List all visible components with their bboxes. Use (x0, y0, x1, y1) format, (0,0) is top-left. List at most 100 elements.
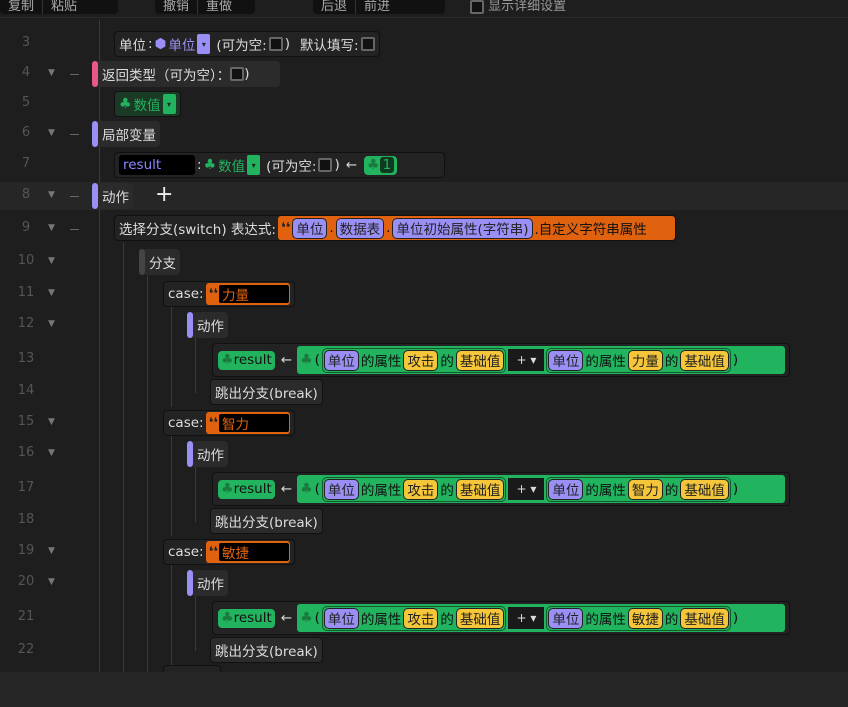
copy-button[interactable]: 复制 (0, 0, 42, 14)
break-statement[interactable]: 跳出分支(break) (210, 508, 323, 534)
collapse-arrow-icon[interactable]: ▼ (48, 223, 55, 233)
collapse-arrow-icon[interactable]: ▼ (48, 68, 55, 78)
undo-button[interactable]: 撤销 (155, 0, 197, 14)
var-name-input[interactable]: result (119, 155, 195, 175)
redo-button[interactable]: 重做 (197, 0, 240, 14)
assign-block: ♣ result ← ♣( 单位 的属性 攻击 的 基础值 + ▾ 单位 的属性 … (212, 601, 790, 635)
return-type-value: ♣ 数值 ▾ (114, 91, 181, 117)
add-action-button[interactable]: + (155, 182, 173, 207)
unit-ref[interactable]: 单位 (323, 478, 359, 500)
show-details-checkbox[interactable] (470, 0, 484, 14)
number-icon: ♣ (221, 352, 234, 368)
attr-ref[interactable]: 攻击 (403, 607, 439, 629)
sep: : (148, 36, 153, 52)
paren: ( (314, 352, 320, 368)
expr-unit[interactable]: 单位 (292, 217, 328, 239)
cube-icon: ⬢ (154, 36, 167, 52)
base-value-ref[interactable]: 基础值 (455, 478, 505, 500)
right-operand[interactable]: 单位 的属性 力量 的 基础值 (546, 347, 731, 373)
type-dropdown[interactable]: ▾ (247, 155, 261, 175)
number-icon: ♣ (300, 352, 313, 368)
return-nullable-checkbox[interactable] (230, 67, 245, 81)
collapse-arrow-icon[interactable]: ▼ (48, 417, 55, 427)
base-value-ref[interactable]: 基础值 (455, 607, 505, 629)
case-value[interactable]: ❛❛ 智力 (205, 412, 290, 434)
paren: ) (732, 481, 739, 497)
add-expression[interactable]: ♣( 单位 的属性 攻击 的 基础值 + ▾ 单位 的属性 力量 的 基础值 ) (297, 346, 785, 374)
paste-button[interactable]: 粘贴 (42, 0, 85, 14)
expr-init-attr[interactable]: 单位初始属性(字符串) (392, 217, 533, 239)
line-number: 21 (17, 609, 35, 624)
switch-label: 选择分支(switch) 表达式: (119, 222, 276, 238)
type-dropdown[interactable]: ▾ (197, 34, 211, 54)
unit-ref[interactable]: 单位 (323, 607, 359, 629)
sep: : (197, 157, 202, 173)
collapse-arrow-icon[interactable]: ▼ (48, 546, 55, 556)
left-operand[interactable]: 单位 的属性 攻击 的 基础值 (321, 605, 507, 631)
forward-button[interactable]: 前进 (355, 0, 398, 14)
collapse-arrow-icon[interactable]: ▼ (48, 319, 55, 329)
collapse-arrow-icon[interactable]: ▼ (48, 577, 55, 587)
left-operand[interactable]: 单位 的属性 攻击 的 基础值 (321, 476, 507, 502)
right-operand[interactable]: 单位 的属性 智力 的 基础值 (546, 476, 731, 502)
collapse-arrow-icon[interactable]: ▼ (48, 128, 55, 138)
case-value[interactable]: ❛❛ 力量 (205, 283, 290, 305)
attr-ref[interactable]: 攻击 (403, 478, 439, 500)
attr-ref[interactable]: 智力 (627, 478, 663, 500)
target-var[interactable]: ♣ result (217, 607, 276, 629)
expr-datatable[interactable]: 数据表 (335, 217, 385, 239)
unit-ref[interactable]: 单位 (548, 478, 584, 500)
case-value[interactable]: ❛❛ 敏捷 (205, 541, 290, 563)
break-statement[interactable]: 跳出分支(break) (210, 379, 323, 405)
init-input[interactable]: 1 (379, 157, 395, 173)
attr-ref[interactable]: 攻击 (403, 349, 439, 371)
unit-ref[interactable]: 单位 (548, 349, 584, 371)
add-expression[interactable]: ♣( 单位 的属性 攻击 的 基础值 + ▾ 单位 的属性 智力 的 基础值 ) (297, 475, 785, 503)
unit-ref[interactable]: 单位 (323, 349, 359, 371)
of: 的 (664, 612, 679, 628)
collapse-arrow-icon[interactable]: ▼ (48, 256, 55, 266)
collapse-arrow-icon[interactable]: ▼ (48, 448, 55, 458)
paren: ) (284, 36, 290, 52)
case-value-input[interactable]: 敏捷 (217, 542, 290, 562)
default-checkbox[interactable] (360, 37, 375, 51)
attr-ref[interactable]: 力量 (627, 349, 663, 371)
assign-arrow: ← (280, 352, 293, 368)
nullable-checkbox[interactable] (318, 158, 333, 172)
collapse-arrow-icon[interactable]: ▼ (48, 288, 55, 298)
base-value-ref[interactable]: 基础值 (680, 607, 729, 629)
switch-expression[interactable]: ❛❛ 单位. 数据表. 单位初始属性(字符串) .自定义字符串属性 (277, 216, 675, 240)
show-details-toggle[interactable]: 显示详细设置 (470, 0, 566, 14)
operator-dropdown[interactable]: + ▾ (508, 607, 545, 629)
collapse-arrow-icon[interactable]: ▼ (48, 190, 55, 200)
unit-ref[interactable]: 单位 (548, 607, 584, 629)
case-action-label: 动作 (193, 570, 228, 596)
base-value-ref[interactable]: 基础值 (680, 349, 729, 371)
case-value-input[interactable]: 力量 (217, 284, 290, 304)
case-value-input[interactable]: 智力 (217, 413, 290, 433)
right-operand[interactable]: 单位 的属性 敏捷 的 基础值 (546, 605, 731, 631)
left-operand[interactable]: 单位 的属性 攻击 的 基础值 (321, 347, 507, 373)
clipboard-group: 复制 粘贴 (0, 0, 118, 14)
var-name: result (233, 352, 272, 368)
nullable-checkbox[interactable] (268, 37, 283, 51)
assign-block: ♣ result ← ♣( 单位 的属性 攻击 的 基础值 + ▾ 单位 的属性 … (212, 472, 790, 506)
param-block: 单位: ⬢ 单位 ▾ (可为空: ) 默认填写: (114, 31, 380, 57)
type-dropdown[interactable]: ▾ (162, 94, 176, 114)
attr-ref[interactable]: 敏捷 (627, 607, 663, 629)
target-var[interactable]: ♣ result (217, 478, 276, 500)
nullable-label: (可为空: (216, 38, 267, 54)
default-label: 默认填写: (299, 38, 359, 54)
back-button[interactable]: 后退 (313, 0, 355, 14)
operator-dropdown[interactable]: + ▾ (508, 478, 545, 500)
target-var[interactable]: ♣ result (217, 349, 276, 371)
assign-arrow: ← (280, 481, 293, 497)
base-value-ref[interactable]: 基础值 (455, 349, 505, 371)
operator-dropdown[interactable]: + ▾ (508, 349, 545, 371)
break-statement[interactable]: 跳出分支(break) (210, 637, 323, 663)
add-expression[interactable]: ♣( 单位 的属性 攻击 的 基础值 + ▾ 单位 的属性 敏捷 的 基础值 ) (297, 604, 785, 632)
var-type: 数值 (218, 159, 246, 175)
init-value[interactable]: ♣ 1 (363, 154, 399, 176)
var-name: result (233, 610, 272, 626)
base-value-ref[interactable]: 基础值 (680, 478, 729, 500)
